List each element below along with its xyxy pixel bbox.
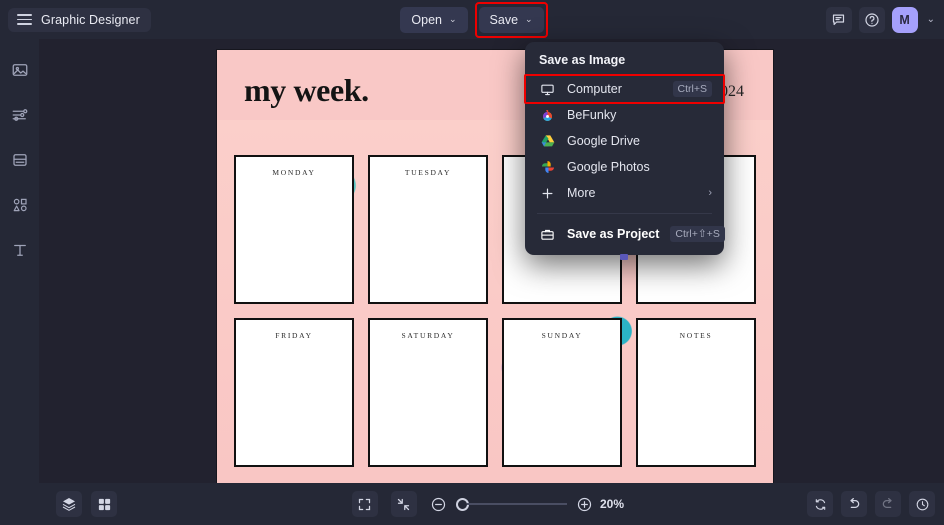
plus-icon [539, 186, 556, 201]
menu-item-save-as-project[interactable]: Save as Project Ctrl+⇧+S [525, 221, 725, 247]
sidebar-item-text[interactable] [7, 237, 33, 263]
cell-label: TUESDAY [404, 168, 452, 177]
menu-item-label: BeFunky [567, 108, 617, 122]
google-photos-icon [539, 159, 556, 175]
fit-screen-button[interactable] [351, 491, 378, 517]
menu-item-label: Google Drive [567, 134, 640, 148]
collapse-view-button[interactable] [390, 491, 417, 517]
zoom-level[interactable]: 20% [600, 497, 624, 511]
chevron-down-icon: ⌄ [525, 14, 533, 24]
menu-divider [537, 213, 712, 214]
planner-cell[interactable]: SUNDAY [502, 318, 622, 467]
cell-label: SUNDAY [541, 331, 583, 340]
canvas-title[interactable]: my week. [244, 72, 369, 109]
open-button[interactable]: Open ⌄ [400, 6, 468, 33]
menu-item-computer[interactable]: Computer Ctrl+S [524, 74, 725, 104]
history-icon [916, 498, 928, 510]
collapse-icon [397, 498, 410, 510]
top-header: Graphic Designer Open ⌄ Save ⌄ M ⌄ [0, 0, 944, 39]
menu-title: Save as Image [539, 53, 626, 67]
chevron-right-icon: › [708, 187, 712, 199]
redo-icon [882, 498, 892, 508]
menu-item-label: More [567, 186, 596, 200]
text-icon [13, 244, 26, 256]
menu-pointer [620, 254, 628, 260]
open-label: Open [411, 12, 442, 27]
shapes-icon [13, 198, 27, 212]
chat-icon [833, 14, 845, 26]
header-right-tools: M ⌄ [825, 0, 937, 39]
feedback-button[interactable] [825, 6, 852, 33]
undo-button[interactable] [841, 491, 867, 517]
menu-item-befunky[interactable]: BeFunky [525, 102, 724, 128]
plus-circle-icon[interactable] [576, 496, 593, 513]
planner-cell[interactable]: MONDAY [234, 155, 354, 304]
cell-label: NOTES [679, 331, 713, 340]
avatar[interactable]: M [891, 6, 918, 33]
menu-item-google-drive[interactable]: Google Drive [525, 128, 724, 154]
image-icon [12, 64, 27, 76]
zoom-slider[interactable] [430, 496, 593, 513]
save-label: Save [489, 12, 519, 27]
zoom-controls: 20% [0, 491, 944, 517]
menu-item-label: Save as Project [567, 227, 660, 241]
planner-cell[interactable]: TUESDAY [368, 155, 488, 304]
cell-label: MONDAY [272, 168, 316, 177]
history-button[interactable] [909, 491, 935, 517]
minus-circle-icon[interactable] [430, 496, 447, 513]
save-button-highlight: Save ⌄ [474, 1, 548, 38]
sliders-icon [12, 109, 27, 121]
sidebar-item-adjust[interactable] [7, 102, 33, 128]
save-dropdown-menu: Save as Image Computer Ctrl+S BeFunky Go… [524, 42, 725, 260]
left-toolbar [0, 39, 39, 525]
layout-icon [12, 154, 27, 166]
redo-button[interactable] [875, 491, 901, 517]
monitor-icon [539, 82, 556, 97]
header-center-tools: Open ⌄ Save ⌄ [0, 0, 944, 39]
canvas-workspace[interactable]: my week. 2024 MONDAY TUESDAY FRIDAY SATU… [39, 39, 944, 483]
menu-item-more[interactable]: More › [525, 180, 724, 206]
planner-cell[interactable]: NOTES [636, 318, 756, 467]
help-circle-icon [865, 12, 879, 27]
reset-button[interactable] [807, 491, 833, 517]
befunky-icon [539, 108, 556, 123]
bottom-right-tools [807, 491, 935, 517]
account-chevron-down-icon[interactable]: ⌄ [925, 14, 937, 25]
undo-icon [850, 498, 860, 508]
sidebar-item-frames[interactable] [7, 147, 33, 173]
menu-item-shortcut: Ctrl+S [672, 81, 712, 97]
menu-item-label: Computer [567, 82, 622, 96]
sidebar-item-image[interactable] [7, 57, 33, 83]
app-root: Graphic Designer Open ⌄ Save ⌄ M ⌄ my we… [0, 0, 944, 525]
bottom-toolbar: 20% [0, 483, 944, 525]
briefcase-icon [539, 227, 556, 242]
reset-icon [815, 498, 825, 510]
sidebar-item-shapes[interactable] [7, 192, 33, 218]
cell-label: SATURDAY [401, 331, 455, 340]
chevron-down-icon: ⌄ [449, 14, 457, 24]
google-drive-icon [539, 133, 556, 149]
zoom-slider-track[interactable] [466, 503, 567, 505]
help-button[interactable] [858, 6, 885, 33]
save-button[interactable]: Save ⌄ [478, 6, 544, 33]
menu-item-label: Google Photos [567, 160, 650, 174]
menu-item-google-photos[interactable]: Google Photos [525, 154, 724, 180]
fit-screen-icon [358, 498, 371, 510]
planner-cell[interactable]: FRIDAY [234, 318, 354, 467]
menu-item-shortcut: Ctrl+⇧+S [670, 226, 725, 242]
cell-label: FRIDAY [275, 331, 313, 340]
planner-cell[interactable]: SATURDAY [368, 318, 488, 467]
